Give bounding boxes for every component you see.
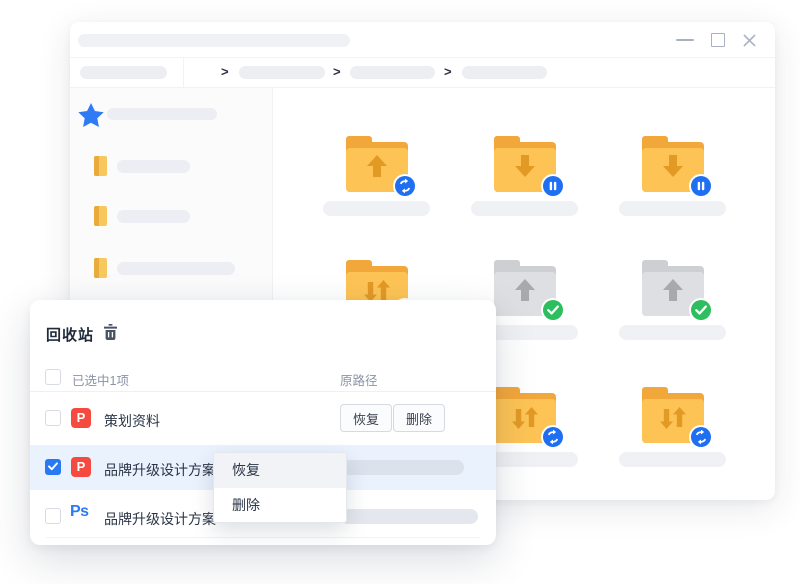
search-input[interactable]: [78, 34, 350, 47]
folder-label-skeleton: [619, 452, 726, 467]
chevron-right-icon: >: [221, 64, 229, 79]
sidebar-label-skeleton: [117, 210, 190, 223]
folder-icon[interactable]: [92, 205, 109, 232]
check-badge-icon: [689, 298, 713, 322]
table-header: 已选中1项 原路径: [30, 362, 496, 392]
selection-count-label: 已选中1项: [72, 370, 129, 389]
minimize-icon[interactable]: [676, 39, 694, 41]
divider: [183, 58, 184, 88]
path-column-header: 原路径: [340, 370, 378, 389]
folder-label-skeleton: [619, 201, 726, 216]
window-controls: [676, 22, 757, 58]
breadcrumb-item-placeholder[interactable]: [350, 66, 435, 79]
row-checkbox[interactable]: [45, 410, 61, 426]
restore-button[interactable]: 恢复: [340, 404, 392, 432]
row-checkbox[interactable]: [45, 508, 61, 524]
sync-badge-icon: [393, 174, 417, 198]
sidebar-label-skeleton: [117, 262, 235, 275]
folder-icon[interactable]: [92, 257, 109, 284]
chevron-right-icon: >: [333, 64, 341, 79]
pause-badge-icon: [689, 174, 713, 198]
close-icon[interactable]: [742, 33, 757, 48]
path-skeleton: [340, 460, 464, 475]
powerpoint-file-icon: P: [71, 408, 91, 428]
path-skeleton: [340, 509, 478, 524]
maximize-icon[interactable]: [711, 33, 725, 47]
folder-label-skeleton: [619, 325, 726, 340]
pause-badge-icon: [541, 174, 565, 198]
recycle-bin-panel: 回收站 已选中1项 原路径 P 策划资料 恢复 删除 P 品牌升级设计方案: [30, 300, 496, 545]
file-name: 策划资料: [104, 411, 160, 431]
powerpoint-file-icon: P: [71, 457, 91, 477]
folder-item[interactable]: [619, 387, 726, 469]
sync-badge-icon: [689, 425, 713, 449]
panel-title: 回收站: [46, 324, 94, 345]
folder-item[interactable]: [619, 136, 726, 218]
table-row[interactable]: P 策划资料 恢复 删除: [30, 392, 496, 445]
folder-item[interactable]: [323, 136, 430, 218]
trash-icon[interactable]: [103, 324, 118, 345]
breadcrumb: > > >: [70, 58, 775, 88]
folder-item[interactable]: [619, 260, 726, 342]
context-menu-item-delete[interactable]: 删除: [214, 488, 346, 523]
file-name: 品牌升级设计方案: [104, 460, 216, 480]
file-name: 品牌升级设计方案: [104, 509, 216, 529]
chevron-right-icon: >: [444, 64, 452, 79]
folder-label-skeleton: [471, 201, 578, 216]
folder-item[interactable]: [471, 136, 578, 218]
sidebar-label-skeleton: [107, 108, 217, 120]
select-all-checkbox[interactable]: [45, 369, 61, 385]
breadcrumb-item-placeholder[interactable]: [462, 66, 547, 79]
folder-label-skeleton: [323, 201, 430, 216]
titlebar: [70, 22, 775, 58]
row-checkbox-checked[interactable]: [45, 459, 61, 475]
page: > > >: [0, 0, 800, 584]
check-badge-icon: [541, 298, 565, 322]
divider: [46, 537, 480, 538]
delete-button[interactable]: 删除: [393, 404, 445, 432]
breadcrumb-item-placeholder[interactable]: [239, 66, 325, 79]
breadcrumb-item-placeholder[interactable]: [80, 66, 167, 79]
sync-badge-icon: [541, 425, 565, 449]
context-menu-item-restore[interactable]: 恢复: [214, 453, 346, 488]
folder-icon[interactable]: [92, 155, 109, 182]
photoshop-file-icon: Ps: [70, 503, 89, 521]
star-icon[interactable]: [78, 103, 104, 133]
context-menu: 恢复 删除: [213, 452, 347, 523]
sidebar-label-skeleton: [117, 160, 190, 173]
